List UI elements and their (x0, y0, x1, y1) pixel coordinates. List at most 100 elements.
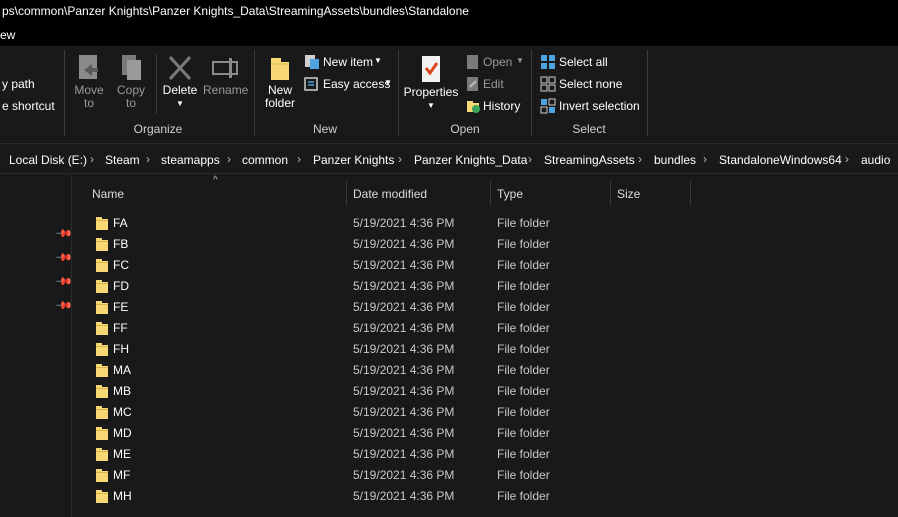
chevron-right-icon[interactable]: › (146, 152, 150, 166)
column-header-date-modified[interactable]: Date modified (353, 187, 427, 201)
rename-button[interactable]: Rename (203, 54, 248, 97)
file-row[interactable]: MF 5/19/2021 4:36 PM File folder (73, 464, 898, 485)
breadcrumb-local-disk[interactable]: Local Disk (E:) (9, 153, 87, 167)
move-to-button[interactable]: Move to (70, 54, 108, 110)
select-none-button[interactable]: Select none (559, 77, 622, 91)
chevron-down-icon: ▼ (374, 56, 382, 65)
select-all-button[interactable]: Select all (559, 55, 608, 69)
file-list[interactable]: ^ Name Date modified Type Size FA 5/19/20… (73, 175, 898, 517)
paste-shortcut-button[interactable]: e shortcut (2, 99, 55, 113)
folder-icon (96, 364, 108, 377)
delete-button[interactable]: Delete ▼ (161, 54, 199, 110)
file-date-modified: 5/19/2021 4:36 PM (353, 237, 455, 251)
file-row[interactable]: FH 5/19/2021 4:36 PM File folder (73, 338, 898, 359)
column-divider[interactable] (690, 181, 691, 205)
chevron-right-icon[interactable]: › (398, 152, 402, 166)
select-all-icon (541, 55, 555, 69)
easy-access-button[interactable]: Easy access (323, 77, 390, 91)
pin-icon[interactable]: 📌 (54, 272, 73, 291)
new-folder-label-2: folder (264, 96, 296, 110)
ribbon: y path e shortcut Move to Copy to Delete… (0, 46, 898, 144)
file-date-modified: 5/19/2021 4:36 PM (353, 300, 455, 314)
file-row[interactable]: MA 5/19/2021 4:36 PM File folder (73, 359, 898, 380)
history-button[interactable]: History (483, 99, 520, 113)
file-type: File folder (497, 321, 550, 335)
file-row[interactable]: FA 5/19/2021 4:36 PM File folder (73, 212, 898, 233)
file-name: FH (113, 342, 129, 356)
file-row[interactable]: FF 5/19/2021 4:36 PM File folder (73, 317, 898, 338)
column-header-name[interactable]: Name (92, 187, 124, 201)
chevron-right-icon[interactable]: › (90, 152, 94, 166)
title-bar: ps\common\Panzer Knights\Panzer Knights_… (0, 0, 898, 24)
properties-button[interactable]: Properties ▼ (403, 54, 459, 112)
column-header-type[interactable]: Type (497, 187, 523, 201)
file-type: File folder (497, 216, 550, 230)
file-name: FA (113, 216, 128, 230)
file-row[interactable]: FE 5/19/2021 4:36 PM File folder (73, 296, 898, 317)
file-row[interactable]: ME 5/19/2021 4:36 PM File folder (73, 443, 898, 464)
sort-up-icon: ^ (213, 175, 218, 186)
edit-button[interactable]: Edit (483, 77, 504, 91)
file-row[interactable]: MC 5/19/2021 4:36 PM File folder (73, 401, 898, 422)
column-divider[interactable] (610, 181, 611, 205)
file-name: MH (113, 489, 132, 503)
chevron-right-icon[interactable]: › (297, 152, 301, 166)
file-row[interactable]: MD 5/19/2021 4:36 PM File folder (73, 422, 898, 443)
ribbon-divider (647, 50, 648, 136)
file-row[interactable]: FC 5/19/2021 4:36 PM File folder (73, 254, 898, 275)
chevron-right-icon[interactable]: › (638, 152, 642, 166)
new-item-button[interactable]: New item (323, 55, 373, 69)
chevron-right-icon[interactable]: › (528, 152, 532, 166)
file-row[interactable]: MH 5/19/2021 4:36 PM File folder (73, 485, 898, 506)
pin-icon[interactable]: 📌 (54, 248, 73, 267)
open-icon (467, 55, 478, 69)
invert-selection-icon (540, 98, 556, 114)
chevron-right-icon[interactable]: › (845, 152, 849, 166)
copy-path-button[interactable]: y path (2, 77, 35, 91)
copy-to-label-2: to (125, 96, 136, 110)
properties-label: Properties (403, 85, 459, 99)
file-row[interactable]: MB 5/19/2021 4:36 PM File folder (73, 380, 898, 401)
tab-view[interactable]: ew (0, 28, 15, 42)
pin-icon[interactable]: 📌 (54, 296, 73, 315)
file-name: MB (113, 384, 131, 398)
copy-to-button[interactable]: Copy to (113, 54, 149, 110)
chevron-right-icon[interactable]: › (703, 152, 707, 166)
pin-icon[interactable]: 📌 (54, 224, 73, 243)
folder-icon (96, 301, 108, 314)
ribbon-tab-bar: ew (0, 24, 898, 46)
breadcrumb-standalonewindows64[interactable]: StandaloneWindows64 (719, 153, 842, 167)
file-date-modified: 5/19/2021 4:36 PM (353, 258, 455, 272)
breadcrumb-steamapps[interactable]: steamapps (161, 153, 220, 167)
breadcrumb-panzer-knights[interactable]: Panzer Knights (313, 153, 394, 167)
breadcrumb-audio[interactable]: audio (861, 153, 890, 167)
move-to-icon (79, 55, 98, 79)
file-type: File folder (497, 300, 550, 314)
open-button[interactable]: Open (483, 55, 512, 69)
column-header-size[interactable]: Size (617, 187, 640, 201)
folder-icon (96, 259, 108, 272)
chevron-right-icon[interactable]: › (227, 152, 231, 166)
file-row[interactable]: FD 5/19/2021 4:36 PM File folder (73, 275, 898, 296)
folder-icon (96, 385, 108, 398)
file-row[interactable]: FB 5/19/2021 4:36 PM File folder (73, 233, 898, 254)
easy-access-icon (304, 77, 318, 91)
navigation-pane[interactable]: 📌 📌 📌 📌 (0, 175, 73, 517)
properties-icon (422, 56, 440, 82)
column-divider[interactable] (346, 181, 347, 205)
breadcrumb-streamingassets[interactable]: StreamingAssets (544, 153, 635, 167)
file-name: MD (113, 426, 132, 440)
group-label-organize: Organize (133, 122, 183, 136)
breadcrumb-panzer-knights-data[interactable]: Panzer Knights_Data (414, 153, 527, 167)
group-label-select: Select (572, 122, 606, 136)
chevron-down-icon: ▼ (516, 56, 524, 65)
breadcrumb-steam[interactable]: Steam (105, 153, 140, 167)
invert-selection-button[interactable]: Invert selection (559, 99, 640, 113)
breadcrumb-bundles[interactable]: bundles (654, 153, 696, 167)
column-divider[interactable] (490, 181, 491, 205)
new-folder-button[interactable]: New folder (260, 54, 300, 110)
address-bar[interactable]: Local Disk (E:) › Steam › steamapps › co… (0, 145, 898, 174)
group-label-open: Open (450, 122, 480, 136)
breadcrumb-common[interactable]: common (242, 153, 288, 167)
file-name: MA (113, 363, 131, 377)
